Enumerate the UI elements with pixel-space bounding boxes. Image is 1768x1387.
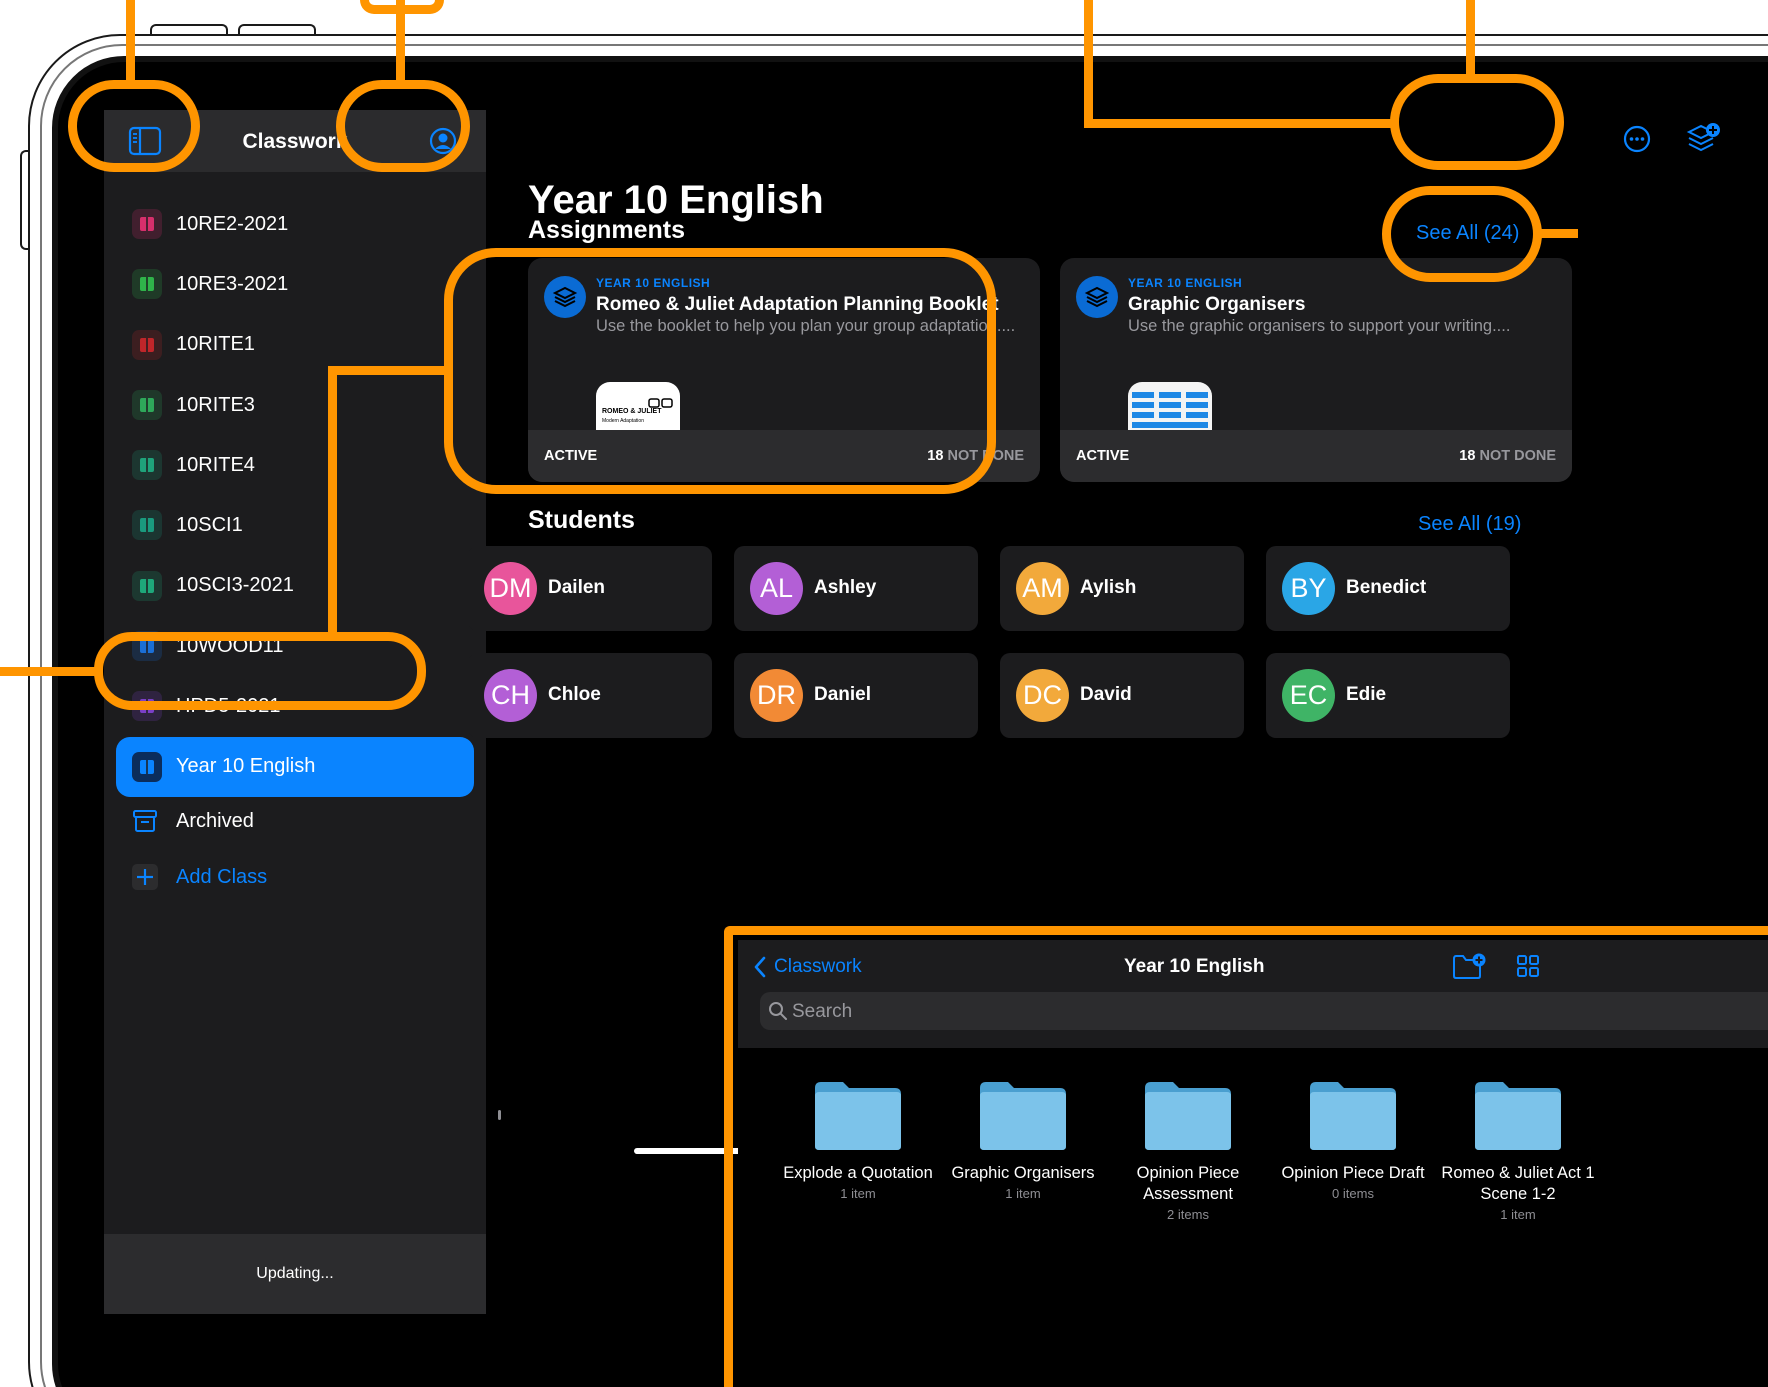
class-book-icon xyxy=(132,570,162,601)
student-card[interactable]: AL Ashley xyxy=(734,546,978,631)
sidebar-item-label: 10SCI1 xyxy=(176,514,243,537)
student-card[interactable]: AM Aylish xyxy=(1000,546,1244,631)
assignment-footer: ACTIVE 18 NOT DONE xyxy=(1060,430,1572,482)
attachment-thumbnail xyxy=(1128,382,1212,430)
add-class-button[interactable]: Add Class xyxy=(104,850,486,906)
sidebar-item-label: 10SCI3-2021 xyxy=(176,574,294,597)
assignment-description: Use the graphic organisers to support yo… xyxy=(1128,317,1511,335)
assignment-class: YEAR 10 ENGLISH xyxy=(1128,276,1243,290)
callout-selected-class xyxy=(94,632,426,710)
class-book-icon xyxy=(132,510,162,541)
sidebar-item-label: 10RITE1 xyxy=(176,333,255,356)
sidebar-item-class[interactable]: 10RITE4 xyxy=(104,435,486,495)
sidebar-item-class[interactable]: 10RE3-2021 xyxy=(104,254,486,314)
callout-line xyxy=(126,0,135,84)
avatar: EC xyxy=(1282,669,1335,722)
archive-icon xyxy=(133,810,157,832)
assignments-heading: Assignments xyxy=(528,216,685,244)
sidebar-item-class[interactable]: 10SCI1 xyxy=(104,495,486,555)
plus-icon xyxy=(132,864,158,890)
add-class-label: Add Class xyxy=(176,866,268,888)
assignment-card[interactable]: YEAR 10 ENGLISH Graphic Organisers Use t… xyxy=(1060,258,1572,482)
callout-line xyxy=(328,366,337,636)
not-done-label: NOT DONE xyxy=(1479,448,1556,464)
avatar: DC xyxy=(1016,669,1069,722)
more-options-icon[interactable] xyxy=(1622,124,1652,154)
student-card[interactable]: DM Dailen xyxy=(468,546,712,631)
student-name: Aylish xyxy=(1080,577,1137,598)
student-card[interactable]: EC Edie xyxy=(1266,653,1510,738)
students-see-all-link[interactable]: See All (19) xyxy=(1418,513,1521,536)
class-book-icon xyxy=(132,329,162,360)
sidebar-item-label: Archived xyxy=(176,810,254,832)
callout-assignment-card xyxy=(444,248,996,494)
callout-line xyxy=(1084,119,1394,128)
student-name: Dailen xyxy=(548,577,606,598)
sidebar-item-label: Year 10 English xyxy=(176,755,316,778)
sidebar-item-class[interactable]: 10SCI3-2021 xyxy=(104,556,486,616)
student-card[interactable]: DC David xyxy=(1000,653,1244,738)
assignment-status: ACTIVE xyxy=(1076,448,1130,464)
avatar: DM xyxy=(484,562,537,615)
student-card[interactable]: CH Chloe xyxy=(468,653,712,738)
sync-status: Updating... xyxy=(104,1234,486,1314)
avatar: AL xyxy=(750,562,803,615)
assignment-icon xyxy=(1076,276,1118,318)
sidebar-item-label: 10RITE3 xyxy=(176,393,255,416)
scrollbar[interactable] xyxy=(498,1110,501,1120)
callout-account xyxy=(336,80,470,172)
student-card[interactable]: BY Benedict xyxy=(1266,546,1510,631)
create-assignment-icon[interactable] xyxy=(1686,122,1720,154)
screenshot-stage: Classwork 10RE2-2021 10RE3-2021 10RITE1 10R… xyxy=(0,0,1768,1387)
student-name: Ashley xyxy=(814,577,877,598)
callout-toolbar-actions xyxy=(1390,74,1564,170)
not-done-number: 18 xyxy=(1459,448,1476,464)
class-book-icon xyxy=(132,269,162,300)
callout-line xyxy=(1084,0,1093,128)
sidebar-item-archived[interactable]: Archived xyxy=(104,794,486,850)
class-book-icon xyxy=(132,450,162,481)
avatar: AM xyxy=(1016,562,1069,615)
class-book-icon xyxy=(132,209,162,239)
assignment-not-done-count: 18 NOT DONE xyxy=(1459,448,1556,464)
callout-line xyxy=(0,667,98,676)
avatar: BY xyxy=(1282,562,1335,615)
callout-files-browser xyxy=(724,926,1768,1387)
sidebar-item-label: 10RITE4 xyxy=(176,453,255,476)
graphic-organiser-thumbnail xyxy=(1132,392,1208,428)
sidebar-item-class[interactable]: 10RE2-2021 xyxy=(104,194,486,254)
student-name: Benedict xyxy=(1346,577,1427,598)
student-name: Chloe xyxy=(548,684,601,705)
callout-line xyxy=(1466,0,1475,80)
sidebar-item-label: 10RE2-2021 xyxy=(176,212,289,235)
student-name: Edie xyxy=(1346,684,1387,705)
callout-see-all xyxy=(1382,186,1542,282)
callout-sidebar-toggle xyxy=(68,80,200,172)
assignment-title: Graphic Organisers xyxy=(1128,294,1306,315)
sidebar-item-label: 10RE3-2021 xyxy=(176,272,289,295)
callout-line xyxy=(328,366,448,375)
sidebar: Classwork 10RE2-2021 10RE3-2021 10RITE1 10R… xyxy=(104,110,501,1314)
sidebar-item-class[interactable]: 10RITE3 xyxy=(104,375,486,435)
callout-bubble xyxy=(360,0,444,14)
class-book-icon xyxy=(132,389,162,420)
student-name: Daniel xyxy=(814,684,872,705)
class-book-icon xyxy=(132,751,162,782)
student-name: David xyxy=(1080,684,1132,705)
callout-line xyxy=(1538,229,1578,238)
avatar: CH xyxy=(484,669,537,722)
avatar: DR xyxy=(750,669,803,722)
student-card[interactable]: DR Daniel xyxy=(734,653,978,738)
students-heading: Students xyxy=(528,506,635,534)
sidebar-item-year-10-english[interactable]: Year 10 English xyxy=(116,736,474,797)
